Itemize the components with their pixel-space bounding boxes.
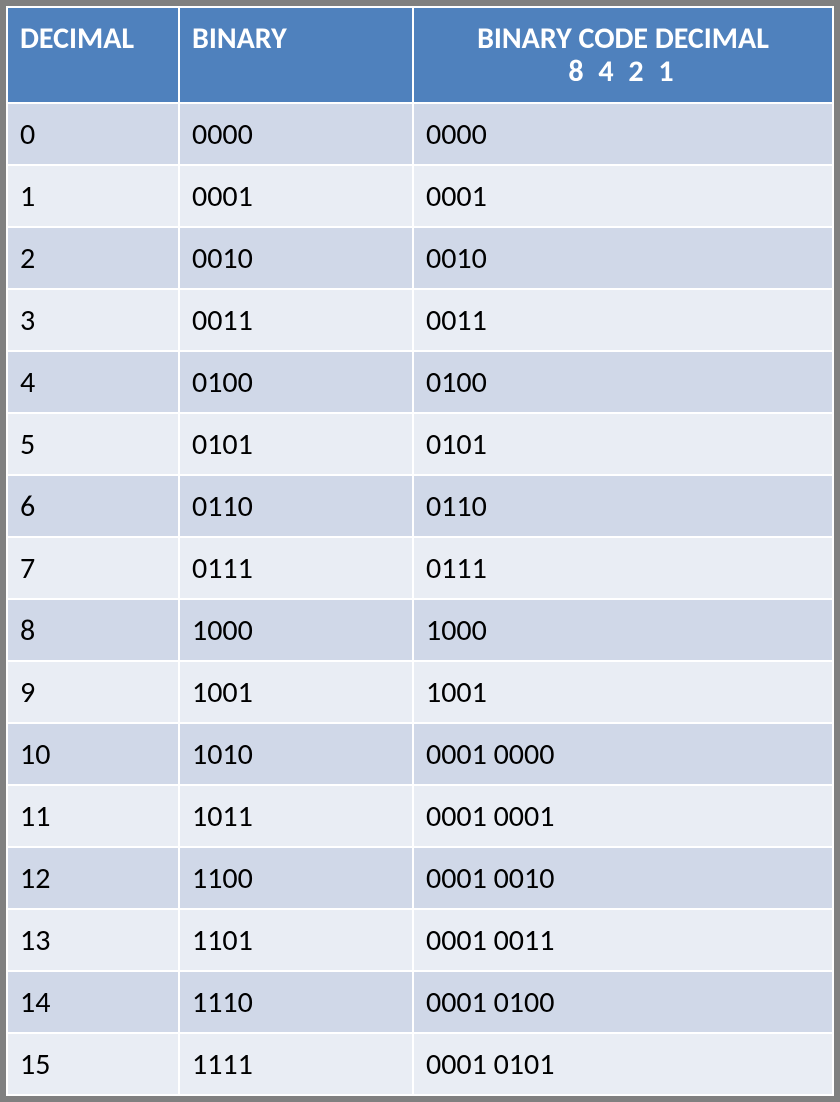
cell-binary: 0011 xyxy=(179,289,413,351)
cell-decimal: 2 xyxy=(7,227,179,289)
cell-binary: 0010 xyxy=(179,227,413,289)
cell-binary: 1100 xyxy=(179,847,413,909)
cell-binary: 0100 xyxy=(179,351,413,413)
cell-binary: 1110 xyxy=(179,971,413,1033)
table-row: 100010001 xyxy=(7,165,833,227)
cell-bcd: 1000 xyxy=(413,599,833,661)
cell-bcd: 0000 xyxy=(413,103,833,165)
cell-decimal: 9 xyxy=(7,661,179,723)
cell-bcd: 1001 xyxy=(413,661,833,723)
cell-binary: 0111 xyxy=(179,537,413,599)
cell-binary: 0001 xyxy=(179,165,413,227)
cell-binary: 1010 xyxy=(179,723,413,785)
table-row: 810001000 xyxy=(7,599,833,661)
cell-binary: 0101 xyxy=(179,413,413,475)
table-row: 701110111 xyxy=(7,537,833,599)
table-row: 1211000001 0010 xyxy=(7,847,833,909)
table-row: 501010101 xyxy=(7,413,833,475)
cell-decimal: 4 xyxy=(7,351,179,413)
header-binary: BINARY xyxy=(179,7,413,103)
cell-decimal: 15 xyxy=(7,1033,179,1095)
cell-bcd: 0001 0010 xyxy=(413,847,833,909)
cell-bcd: 0001 xyxy=(413,165,833,227)
header-bcd: BINARY CODE DECIMAL 8 4 2 1 xyxy=(413,7,833,103)
cell-bcd: 0001 0001 xyxy=(413,785,833,847)
cell-decimal: 7 xyxy=(7,537,179,599)
cell-decimal: 3 xyxy=(7,289,179,351)
table-row: 1110110001 0001 xyxy=(7,785,833,847)
table-frame: DECIMAL BINARY BINARY CODE DECIMAL 8 4 2… xyxy=(0,0,840,1102)
cell-bcd: 0001 0000 xyxy=(413,723,833,785)
cell-decimal: 10 xyxy=(7,723,179,785)
cell-bcd: 0001 0100 xyxy=(413,971,833,1033)
cell-decimal: 0 xyxy=(7,103,179,165)
table-row: 300110011 xyxy=(7,289,833,351)
table-body: 0000000001000100012001000103001100114010… xyxy=(7,103,833,1095)
table-row: 910011001 xyxy=(7,661,833,723)
table-row: 200100010 xyxy=(7,227,833,289)
cell-bcd: 0101 xyxy=(413,413,833,475)
cell-decimal: 6 xyxy=(7,475,179,537)
cell-bcd: 0001 0101 xyxy=(413,1033,833,1095)
table-row: 1311010001 0011 xyxy=(7,909,833,971)
cell-decimal: 11 xyxy=(7,785,179,847)
table-row: 1411100001 0100 xyxy=(7,971,833,1033)
cell-bcd: 0001 0011 xyxy=(413,909,833,971)
header-bcd-line1: BINARY CODE DECIMAL xyxy=(477,20,769,57)
table-row: 1010100001 0000 xyxy=(7,723,833,785)
cell-decimal: 5 xyxy=(7,413,179,475)
cell-bcd: 0011 xyxy=(413,289,833,351)
table-row: 000000000 xyxy=(7,103,833,165)
cell-decimal: 13 xyxy=(7,909,179,971)
cell-decimal: 1 xyxy=(7,165,179,227)
cell-binary: 1101 xyxy=(179,909,413,971)
cell-bcd: 0100 xyxy=(413,351,833,413)
cell-binary: 1011 xyxy=(179,785,413,847)
cell-binary: 1001 xyxy=(179,661,413,723)
header-decimal: DECIMAL xyxy=(7,7,179,103)
cell-decimal: 12 xyxy=(7,847,179,909)
cell-bcd: 0110 xyxy=(413,475,833,537)
header-bcd-line2: 8 4 2 1 xyxy=(426,55,820,88)
cell-decimal: 14 xyxy=(7,971,179,1033)
table-row: 601100110 xyxy=(7,475,833,537)
header-row: DECIMAL BINARY BINARY CODE DECIMAL 8 4 2… xyxy=(7,7,833,103)
cell-binary: 1000 xyxy=(179,599,413,661)
cell-binary: 1111 xyxy=(179,1033,413,1095)
table-row: 1511110001 0101 xyxy=(7,1033,833,1095)
cell-binary: 0000 xyxy=(179,103,413,165)
cell-bcd: 0111 xyxy=(413,537,833,599)
cell-bcd: 0010 xyxy=(413,227,833,289)
table-row: 401000100 xyxy=(7,351,833,413)
cell-decimal: 8 xyxy=(7,599,179,661)
cell-binary: 0110 xyxy=(179,475,413,537)
bcd-table: DECIMAL BINARY BINARY CODE DECIMAL 8 4 2… xyxy=(6,6,834,1096)
